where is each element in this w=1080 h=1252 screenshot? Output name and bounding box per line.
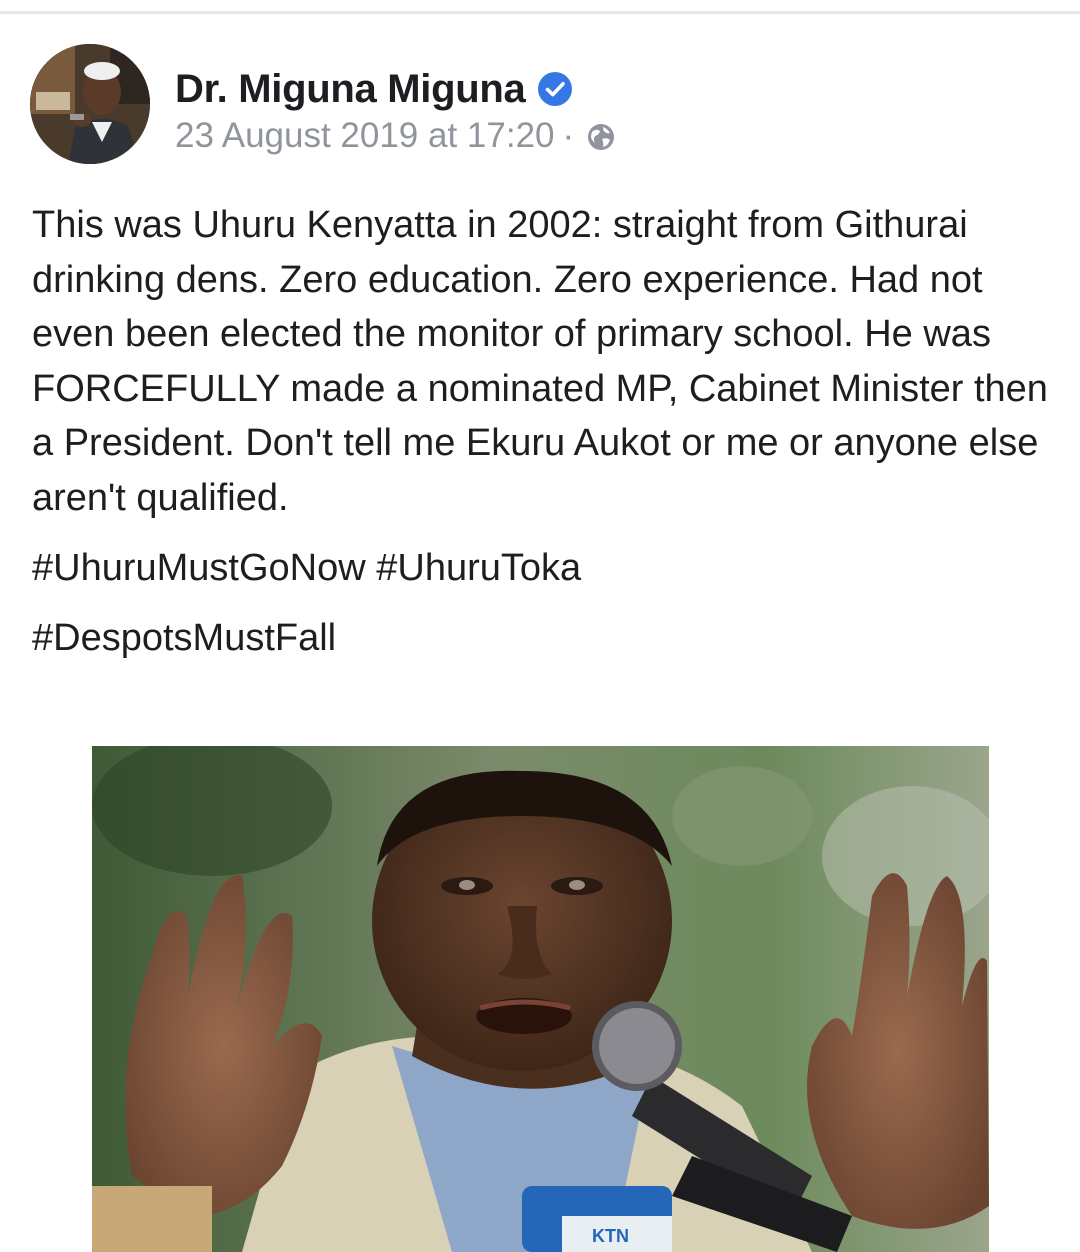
author-name[interactable]: Dr. Miguna Miguna	[175, 67, 526, 112]
author-line: Dr. Miguna Miguna	[175, 64, 573, 114]
hashtag-line-2: #DespotsMustFall	[32, 611, 1062, 665]
post-photo[interactable]: KTN	[92, 746, 989, 1252]
verified-badge-icon	[537, 71, 573, 107]
microphone-label: KTN	[592, 1226, 629, 1246]
globe-icon[interactable]	[586, 121, 616, 151]
author-avatar[interactable]	[30, 44, 150, 164]
post-meta: 23 August 2019 at 17:20 ·	[175, 116, 616, 156]
post-body: This was Uhuru Kenyatta in 2002: straigh…	[32, 198, 1062, 665]
top-divider	[0, 0, 1080, 14]
speaker-photo: KTN	[92, 746, 989, 1252]
post-header: Dr. Miguna Miguna 23 August 2019 at 17:2…	[30, 44, 1030, 166]
meta-separator: ·	[562, 116, 575, 155]
profile-photo-icon	[30, 44, 150, 164]
hashtag-link[interactable]: #DespotsMustFall	[32, 617, 336, 659]
hashtag-line-1: #UhuruMustGoNow #UhuruToka	[32, 541, 1062, 595]
hashtag-link[interactable]: #UhuruMustGoNow	[32, 547, 366, 589]
post-text: This was Uhuru Kenyatta in 2002: straigh…	[32, 204, 1048, 519]
hashtag-link[interactable]: #UhuruToka	[376, 547, 581, 589]
post-timestamp[interactable]: 23 August 2019 at 17:20	[175, 116, 555, 156]
